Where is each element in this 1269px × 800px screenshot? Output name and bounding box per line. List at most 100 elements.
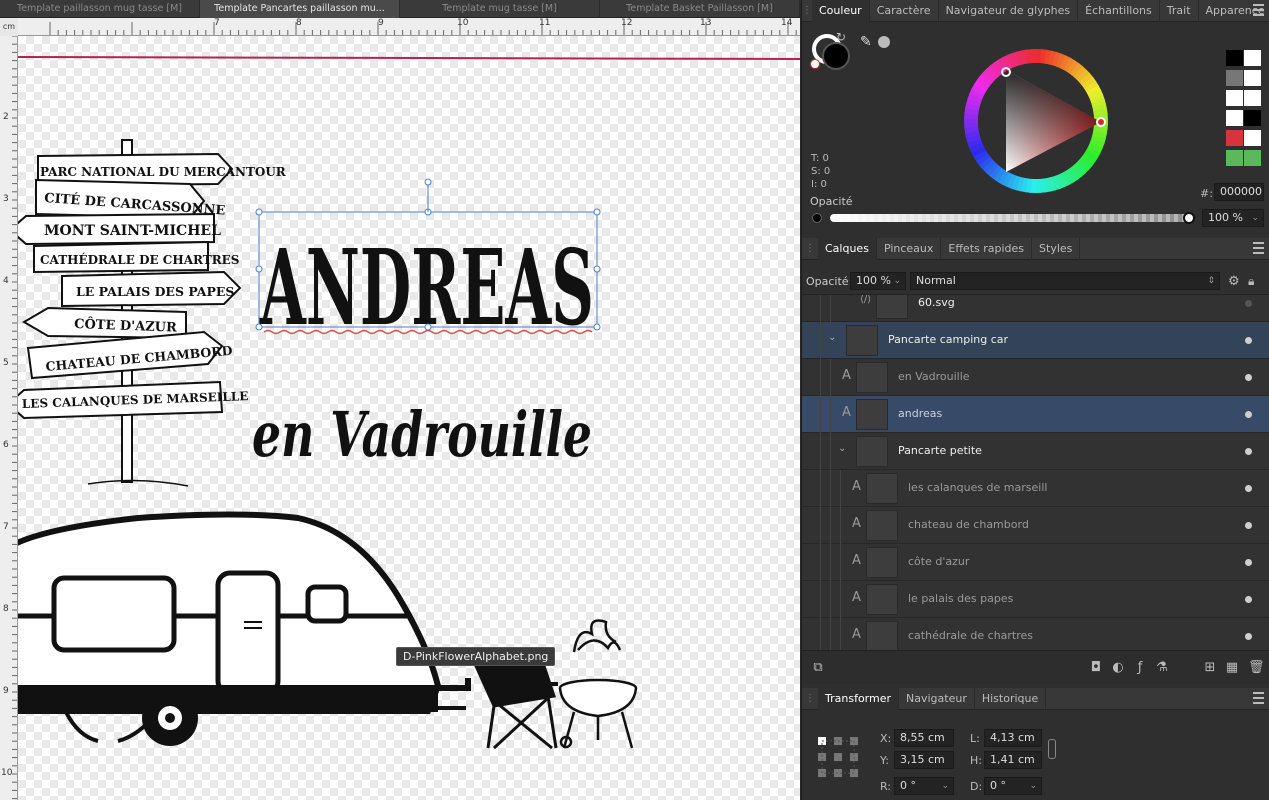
y-position-field[interactable]: 3,15 cm	[894, 751, 954, 769]
tab-navigateur[interactable]: Navigateur	[899, 687, 975, 710]
layer-row[interactable]: ⌄ Pancarte camping car	[802, 322, 1269, 359]
fill-well[interactable]	[822, 42, 850, 70]
text-layer-icon: A	[852, 627, 861, 642]
add-layer-icon[interactable]: ⊞	[1202, 660, 1218, 676]
recent-swatches[interactable]	[1226, 50, 1263, 170]
visibility-dot[interactable]	[1245, 337, 1252, 344]
panel-grip-icon[interactable]: ⋮	[802, 5, 812, 16]
layer-row[interactable]: Aen Vadrouille	[802, 359, 1269, 396]
tab-pinceaux[interactable]: Pinceaux	[877, 237, 942, 260]
chevron-down-icon[interactable]: ⌄	[838, 443, 846, 454]
swatch[interactable]	[1226, 150, 1243, 166]
visibility-dot[interactable]	[1245, 596, 1252, 603]
layer-opacity-field[interactable]: 100 % ⌄	[850, 272, 906, 290]
rotation-field[interactable]: 0 ° ⌄	[894, 777, 954, 795]
layer-row[interactable]: Acôte d'azur	[802, 544, 1269, 581]
chevron-down-icon[interactable]: ⌄	[828, 332, 836, 343]
trash-icon[interactable]: 🗑︎	[1248, 660, 1265, 676]
tab-calques[interactable]: Calques	[818, 237, 877, 260]
document-tab-active[interactable]: Template Pancartes paillasson mu...	[200, 0, 400, 18]
swatch[interactable]	[1226, 50, 1243, 66]
anchor-point-grid[interactable]	[816, 735, 860, 779]
gear-icon[interactable]: ⚙	[1228, 274, 1240, 289]
chevron-updown-icon[interactable]: ⇕	[1207, 273, 1215, 289]
swatch[interactable]	[1244, 50, 1261, 66]
tab-caractere[interactable]: Caractère	[870, 0, 939, 22]
panel-menu-icon[interactable]	[1253, 4, 1264, 16]
layer-row[interactable]: Ale palais des papes	[802, 581, 1269, 618]
swap-colors-icon[interactable]: ↻	[836, 30, 846, 44]
shear-field[interactable]: 0 ° ⌄	[984, 777, 1042, 795]
tab-effets-rapides[interactable]: Effets rapides	[941, 237, 1033, 260]
panel-menu-icon[interactable]	[1253, 242, 1264, 254]
visibility-dot[interactable]	[1245, 411, 1252, 418]
fx-icon[interactable]: ƒ	[1132, 660, 1148, 676]
opacity-value-field[interactable]: 100 % ⌄	[1202, 209, 1264, 227]
tab-navigateur-glyphes[interactable]: Navigateur de glyphes	[939, 0, 1079, 22]
vertical-ruler[interactable]: 2 3 4 5 6 7 8 9 10	[0, 36, 18, 800]
visibility-dot[interactable]	[1245, 300, 1252, 307]
swatch[interactable]	[1244, 130, 1261, 146]
swatch[interactable]	[1226, 110, 1243, 126]
swatch[interactable]	[1244, 70, 1261, 86]
swatch[interactable]	[1244, 110, 1261, 126]
panel-menu-icon[interactable]	[1253, 692, 1264, 704]
swatch[interactable]	[1244, 150, 1261, 166]
tab-historique[interactable]: Historique	[975, 687, 1047, 710]
panel-grip-icon[interactable]: ⋮	[802, 243, 818, 254]
horizontal-ruler[interactable]: 7 8 9 10 11 12 13 14	[0, 18, 800, 36]
width-field[interactable]: 4,13 cm	[984, 729, 1042, 747]
height-field[interactable]: 1,41 cm	[984, 751, 1042, 769]
group-icon[interactable]: ▦	[1224, 660, 1240, 676]
eyedropper-icon[interactable]: ✎	[860, 34, 872, 50]
shear-label: D:	[970, 780, 983, 793]
document-tab[interactable]: Template paillasson mug tasse [M]	[0, 0, 200, 18]
swatch[interactable]	[1226, 130, 1243, 146]
hex-input[interactable]: 000000	[1214, 183, 1264, 201]
live-filter-icon[interactable]: ⚗	[1154, 660, 1170, 676]
layer-row[interactable]: ⟨/⟩ 60.svg	[802, 295, 1269, 322]
adjustment-icon[interactable]: ◐	[1110, 660, 1126, 676]
color-wheel[interactable]	[961, 46, 1111, 196]
opacity-slider-knob[interactable]	[1183, 212, 1195, 224]
visibility-dot[interactable]	[1245, 559, 1252, 566]
tab-couleur[interactable]: Couleur	[812, 0, 870, 22]
tab-styles[interactable]: Styles	[1032, 237, 1081, 260]
text-layer-icon: A	[842, 405, 851, 420]
visibility-dot[interactable]	[1245, 485, 1252, 492]
blend-mode-select[interactable]: Normal ⇕	[910, 272, 1220, 290]
swatch[interactable]	[1226, 90, 1243, 106]
tab-echantillons[interactable]: Échantillons	[1078, 0, 1160, 22]
layer-row[interactable]: Achateau de chambord	[802, 507, 1269, 544]
document-tab[interactable]: Template Basket Paillasson [M]	[600, 0, 800, 18]
document-tab[interactable]: Template mug tasse [M]	[400, 0, 600, 18]
layer-row[interactable]: Ales calanques de marseill	[802, 470, 1269, 507]
no-color-icon[interactable]	[810, 59, 820, 69]
layer-row[interactable]: Aandreas	[802, 396, 1269, 433]
layer-row[interactable]: Acathédrale de chartres	[802, 618, 1269, 650]
x-position-field[interactable]: 8,55 cm	[894, 729, 954, 747]
panel-grip-icon[interactable]: ⋮	[802, 693, 818, 704]
layer-list[interactable]: ⟨/⟩ 60.svg ⌄ Pancarte camping car Aen Vadrou…	[802, 295, 1269, 650]
tab-trait[interactable]: Trait	[1160, 0, 1199, 22]
tab-transformer[interactable]: Transformer	[818, 687, 900, 710]
swatch[interactable]	[1226, 70, 1243, 86]
visibility-dot[interactable]	[1245, 633, 1252, 640]
layer-row[interactable]: ⌄ Pancarte petite	[802, 433, 1269, 470]
picked-color-icon[interactable]	[878, 36, 890, 48]
lock-icon[interactable]: 🔒︎	[1248, 274, 1254, 289]
visibility-dot[interactable]	[1245, 522, 1252, 529]
link-aspect-icon[interactable]	[1048, 739, 1056, 759]
ruler-number: 14	[781, 18, 793, 28]
chevron-down-icon[interactable]: ⌄	[1029, 778, 1037, 794]
opacity-slider[interactable]	[830, 214, 1190, 222]
visibility-dot[interactable]	[1245, 374, 1252, 381]
chevron-down-icon[interactable]: ⌄	[893, 273, 901, 289]
document-canvas[interactable]: PARC NATIONAL DU MERCANTOUR CITÉ DE CARC…	[18, 36, 800, 800]
layer-options-icon[interactable]: ⧉	[810, 660, 826, 676]
swatch[interactable]	[1244, 90, 1261, 106]
chevron-down-icon[interactable]: ⌄	[1251, 210, 1259, 226]
mask-icon[interactable]: ◘	[1088, 660, 1104, 676]
visibility-dot[interactable]	[1245, 448, 1252, 455]
chevron-down-icon[interactable]: ⌄	[941, 778, 949, 794]
